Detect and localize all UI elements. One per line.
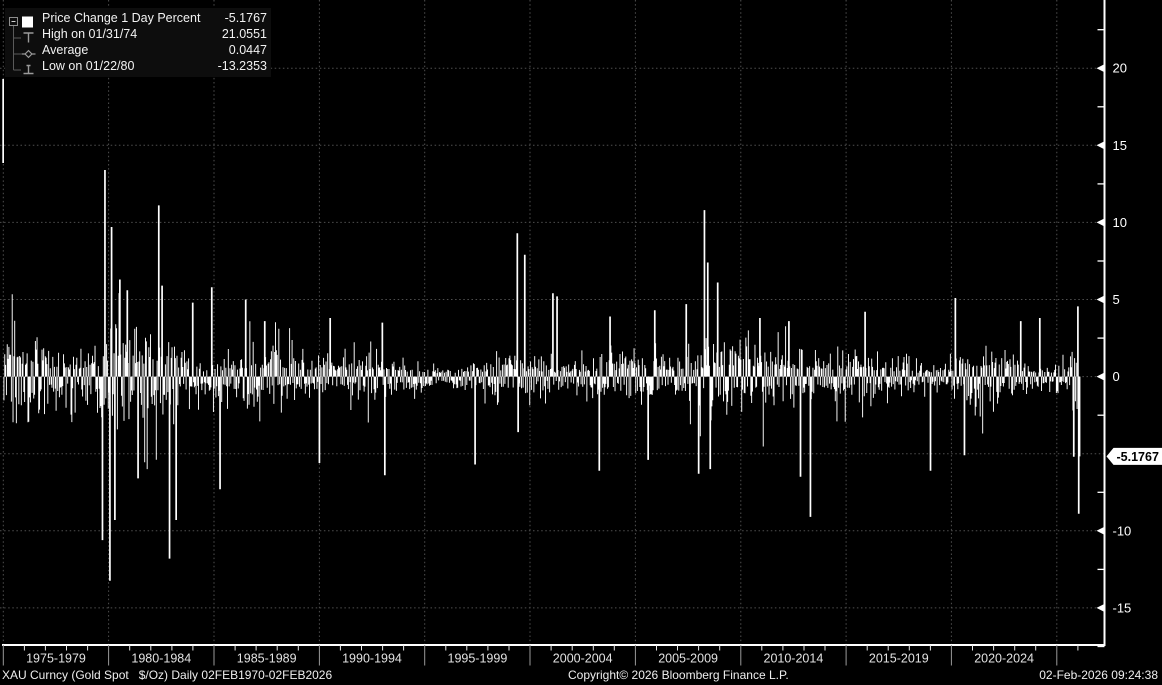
footer-security-title: XAU Curncy (Gold Spot $/Oz) Daily 02FEB1… [2, 668, 332, 682]
x-period-label: 1980-1984 [131, 652, 191, 666]
legend-high-value: 21.0551 [222, 26, 267, 42]
legend-tree-lines [14, 26, 22, 70]
legend-item-high[interactable]: High on 01/31/74 21.0551 [42, 26, 267, 42]
bloomberg-chart-window: 20 15 10 5 0 -10 -15 1975-1979 1980-1984 1985-198… [0, 0, 1162, 685]
clipped-high-spike [2, 79, 4, 163]
low-marker-icon [24, 66, 34, 74]
legend-average-value: 0.0447 [229, 42, 267, 58]
y-tick-label: 0 [1113, 369, 1120, 384]
legend-series-label: Price Change 1 Day Percent [42, 10, 200, 26]
last-value-tag-text: -5.1767 [1117, 450, 1159, 464]
footer-bar: XAU Curncy (Gold Spot $/Oz) Daily 02FEB1… [0, 666, 1162, 685]
legend-average-label: Average [42, 42, 88, 58]
x-period-label: 2010-2014 [764, 652, 824, 666]
x-period-label: 2000-2004 [553, 652, 613, 666]
y-tick-label: 10 [1113, 215, 1127, 230]
legend-series-value: -5.1767 [225, 10, 267, 26]
legend-rows: Price Change 1 Day Percent -5.1767 High … [42, 10, 267, 74]
y-tick-label: 15 [1113, 138, 1127, 153]
x-period-label: 1975-1979 [26, 652, 86, 666]
x-period-label: 1995-1999 [448, 652, 508, 666]
x-period-label: 2015-2019 [869, 652, 929, 666]
legend-item-series[interactable]: Price Change 1 Day Percent -5.1767 [42, 10, 267, 26]
legend-low-label: Low on 01/22/80 [42, 58, 134, 74]
legend-item-average[interactable]: Average 0.0447 [42, 42, 267, 58]
legend-tree [7, 11, 41, 77]
x-period-label: 1990-1994 [342, 652, 402, 666]
x-period-label: 2005-2009 [658, 652, 718, 666]
y-tick-label: -15 [1113, 600, 1132, 615]
chart-legend: Price Change 1 Day Percent -5.1767 High … [5, 8, 271, 77]
average-marker-icon [22, 51, 36, 58]
x-period-label: 1985-1989 [237, 652, 297, 666]
chart-canvas[interactable]: 20 15 10 5 0 -10 -15 1975-1979 1980-1984 1985-198… [0, 0, 1162, 685]
chart-background [0, 0, 1162, 685]
last-value-tag: -5.1767 [1107, 448, 1162, 465]
legend-item-low[interactable]: Low on 01/22/80 -13.2353 [42, 58, 267, 74]
high-marker-icon [24, 33, 34, 43]
legend-high-label: High on 01/31/74 [42, 26, 137, 42]
y-tick-label: -10 [1113, 523, 1132, 538]
x-period-label: 2020-2024 [974, 652, 1034, 666]
legend-low-value: -13.2353 [218, 58, 267, 74]
legend-collapse-toggle[interactable] [10, 18, 18, 26]
y-tick-label: 20 [1113, 61, 1127, 76]
footer-copyright: Copyright© 2026 Bloomberg Finance L.P. [568, 668, 789, 682]
series-color-swatch [22, 17, 33, 28]
y-tick-label: 5 [1113, 292, 1120, 307]
footer-timestamp: 02-Feb-2026 09:24:38 [1039, 668, 1158, 682]
